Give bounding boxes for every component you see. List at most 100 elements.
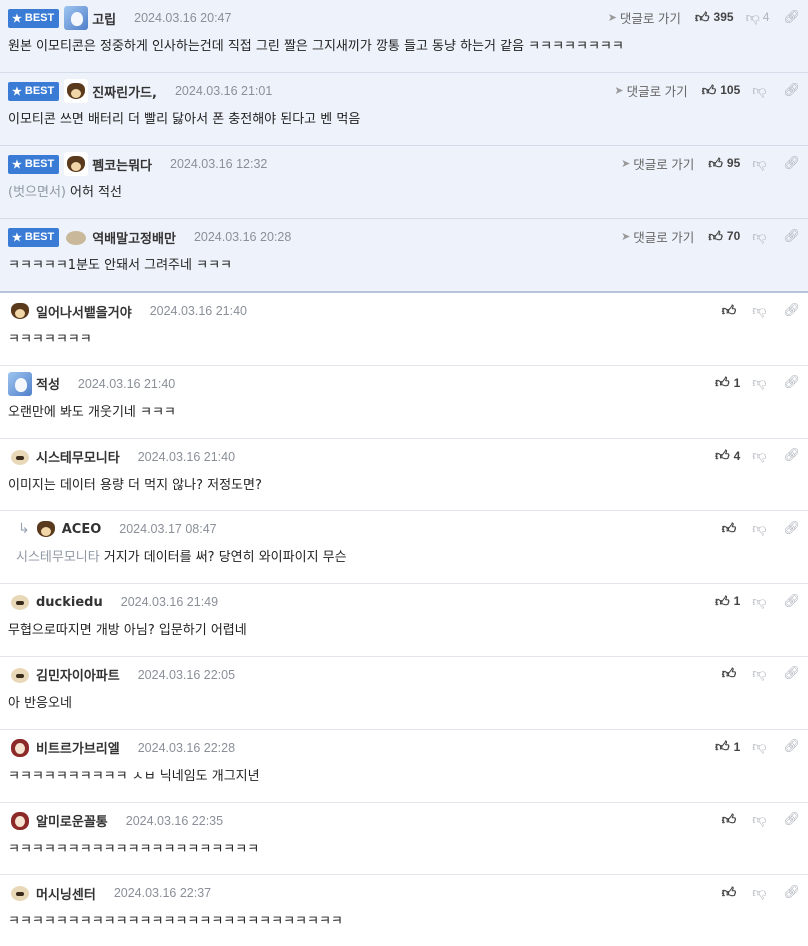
like-button[interactable]: 👍︎ 95	[708, 155, 740, 172]
link-icon[interactable]: 🔗︎	[783, 229, 800, 244]
avatar[interactable]	[8, 735, 32, 760]
dislike-button[interactable]: 👎︎	[752, 374, 769, 391]
nickname[interactable]: 시스테무모니타	[36, 447, 120, 466]
avatar[interactable]	[64, 6, 89, 30]
like-button[interactable]: 👍︎	[722, 884, 741, 901]
like-button[interactable]: 👍︎ 1	[715, 738, 740, 755]
comment-text: ㅋㅋㅋㅋㅋㅋㅋㅋㅋㅋㅋㅋㅋㅋㅋㅋㅋㅋㅋㅋㅋㅋㅋㅋㅋㅋㅋㅋ	[8, 914, 343, 930]
send-arrow-icon: ➤	[607, 11, 617, 24]
nickname[interactable]: 고립	[92, 9, 116, 28]
comment-actions: 👍︎ 👎︎ 🔗︎	[722, 882, 800, 902]
nickname[interactable]: 펨코는뭐다	[92, 155, 152, 174]
best-comment: ★ BEST 진짜린가드, 2024.03.16 21:01 ➤ 댓글로 가기 👍︎ 105 👎…	[0, 73, 808, 146]
go-to-reply-label: 댓글로 가기	[633, 157, 695, 172]
nickname[interactable]: 머시닝센터	[36, 884, 96, 903]
dislike-button[interactable]: 👎︎	[752, 82, 769, 99]
dislike-button[interactable]: 👎︎ 4	[746, 9, 770, 26]
nickname[interactable]: 김민자이아파트	[36, 665, 120, 684]
link-icon[interactable]: 🔗︎	[783, 521, 800, 536]
nickname[interactable]: 알미로운꼴통	[36, 811, 108, 830]
link-icon[interactable]: 🔗︎	[783, 812, 800, 827]
comment-actions: ➤ 댓글로 가기 👍︎ 395 👎︎ 4 🔗︎	[608, 7, 800, 27]
dislike-button[interactable]: 👎︎	[752, 884, 769, 901]
best-label: BEST	[24, 85, 55, 97]
dislike-button[interactable]: 👎︎	[752, 155, 769, 172]
thumbs-down-icon: 👎︎	[752, 520, 767, 537]
star-icon: ★	[12, 231, 22, 244]
thumbs-down-icon: 👎︎	[752, 375, 767, 392]
link-icon[interactable]: 🔗︎	[783, 375, 800, 390]
avatar[interactable]	[8, 444, 32, 469]
link-icon[interactable]: 🔗︎	[783, 666, 800, 681]
avatar[interactable]	[8, 662, 32, 687]
comment-body: ㅋㅋㅋㅋㅋㅋㅋㅋㅋㅋㅋㅋㅋㅋㅋㅋㅋㅋㅋㅋㅋ	[8, 842, 800, 858]
like-button[interactable]: 👍︎	[722, 302, 741, 319]
like-button[interactable]: 👍︎	[722, 811, 741, 828]
dislike-button[interactable]: 👎︎	[752, 811, 769, 828]
link-icon[interactable]: 🔗︎	[783, 303, 800, 318]
avatar[interactable]	[64, 152, 89, 176]
avatar[interactable]	[8, 881, 32, 906]
avatar[interactable]	[64, 79, 89, 103]
comment-header: 비트르가브리엘 2024.03.16 22:28	[8, 735, 800, 760]
thumbs-down-icon: 👎︎	[752, 302, 767, 319]
comment-body: ㅋㅋㅋㅋㅋ1분도 안돼서 그려주네 ㅋㅋㅋ	[8, 258, 800, 274]
thumbs-down-icon: 👎︎	[752, 812, 767, 829]
nickname[interactable]: 일어나서뱉을거야	[36, 302, 132, 321]
comment-actions: ➤ 댓글로 가기 👍︎ 70 👎︎ 🔗︎	[621, 226, 800, 246]
comment-header: 시스테무모니타 2024.03.16 21:40	[8, 444, 800, 469]
dislike-button[interactable]: 👎︎	[752, 593, 769, 610]
like-count: 4	[733, 448, 741, 463]
dislike-button[interactable]: 👎︎	[752, 665, 769, 682]
best-label: BEST	[24, 158, 55, 170]
comment-item: 일어나서뱉을거야 2024.03.16 21:40 👍︎ 👎︎ 🔗︎ ㅋㅋㅋㅋㅋㅋㅋ	[0, 293, 808, 366]
like-button[interactable]: 👍︎ 4	[715, 447, 740, 464]
dislike-button[interactable]: 👎︎	[752, 738, 769, 755]
nickname[interactable]: 역배말고정배만	[92, 228, 176, 247]
dislike-button[interactable]: 👎︎	[752, 302, 769, 319]
nickname[interactable]: ACEO	[62, 522, 102, 537]
dislike-button[interactable]: 👎︎	[752, 447, 769, 464]
like-button[interactable]: 👍︎ 70	[708, 228, 740, 245]
link-icon[interactable]: 🔗︎	[783, 594, 800, 609]
avatar[interactable]	[33, 517, 58, 542]
avatar[interactable]	[8, 371, 32, 396]
nickname[interactable]: 적성	[36, 374, 60, 393]
link-icon[interactable]: 🔗︎	[783, 83, 800, 98]
link-icon[interactable]: 🔗︎	[783, 739, 800, 754]
like-button[interactable]: 👍︎ 105	[702, 82, 741, 99]
comment-body: 아 반응오네	[8, 696, 800, 712]
dislike-button[interactable]: 👎︎	[752, 520, 769, 537]
link-icon[interactable]: 🔗︎	[783, 156, 800, 171]
go-to-reply-link[interactable]: ➤ 댓글로 가기	[608, 8, 681, 27]
go-to-reply-link[interactable]: ➤ 댓글로 가기	[621, 154, 694, 173]
timestamp: 2024.03.16 21:49	[120, 595, 219, 610]
mention-tag[interactable]: 시스테무모니타	[16, 550, 100, 565]
comment-item: 김민자이아파트 2024.03.16 22:05 👍︎ 👎︎ 🔗︎ 아 반응오네	[0, 657, 808, 730]
nickname[interactable]: duckiedu	[36, 595, 103, 610]
go-to-reply-link[interactable]: ➤ 댓글로 가기	[614, 81, 687, 100]
dislike-button[interactable]: 👎︎	[752, 228, 769, 245]
comment-body: ㅋㅋㅋㅋㅋㅋㅋㅋㅋㅋㅋㅋㅋㅋㅋㅋㅋㅋㅋㅋㅋㅋㅋㅋㅋㅋㅋㅋ	[8, 914, 800, 930]
comment-actions: 👍︎ 👎︎ 🔗︎	[722, 518, 800, 538]
nickname[interactable]: 진짜린가드,	[92, 82, 157, 101]
link-icon[interactable]: 🔗︎	[783, 448, 800, 463]
link-icon[interactable]: 🔗︎	[783, 885, 800, 900]
go-to-reply-link[interactable]: ➤ 댓글로 가기	[621, 227, 694, 246]
like-button[interactable]: 👍︎ 1	[715, 593, 740, 610]
like-button[interactable]: 👍︎ 395	[695, 9, 734, 26]
avatar[interactable]	[8, 808, 32, 833]
go-to-reply-label: 댓글로 가기	[626, 84, 688, 99]
like-button[interactable]: 👍︎	[722, 665, 741, 682]
comment-body: ㅋㅋㅋㅋㅋㅋㅋㅋㅋㅋ ㅅㅂ 닉네임도 개그지년	[8, 769, 800, 785]
comment-body: 이모티콘 쓰면 배터리 더 빨리 닳아서 폰 충전해야 된다고 벤 먹음	[8, 112, 800, 128]
like-button[interactable]: 👍︎ 1	[715, 374, 740, 391]
comment-actions: 👍︎ 👎︎ 🔗︎	[722, 810, 800, 830]
like-button[interactable]: 👍︎	[722, 520, 741, 537]
avatar[interactable]	[8, 299, 32, 323]
link-icon[interactable]: 🔗︎	[783, 10, 800, 25]
avatar[interactable]	[8, 590, 32, 615]
avatar[interactable]	[64, 225, 88, 249]
nickname[interactable]: 비트르가브리엘	[36, 738, 120, 757]
comment-text: ㅋㅋㅋㅋㅋㅋㅋㅋㅋㅋ ㅅㅂ 닉네임도 개그지년	[8, 768, 260, 784]
